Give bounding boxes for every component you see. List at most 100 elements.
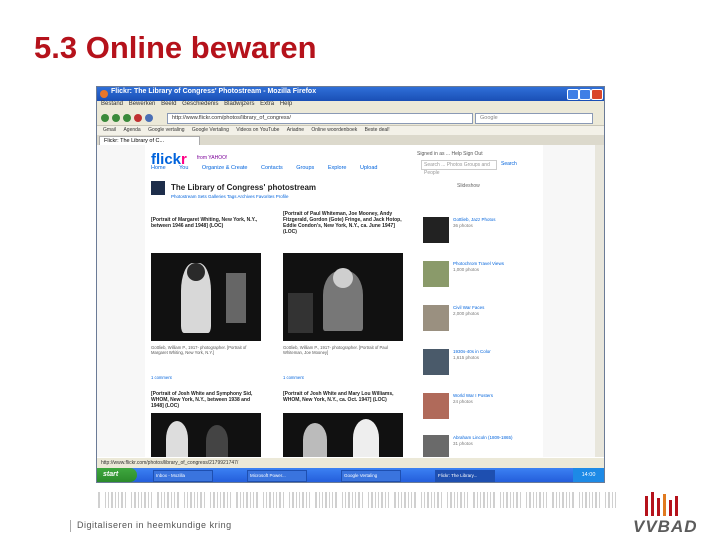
menu-item[interactable]: Beeld bbox=[161, 101, 176, 107]
photo-comments[interactable]: 1 comment bbox=[283, 375, 393, 380]
photo-caption[interactable]: [Portrait of Josh White and Mary Lou Wil… bbox=[283, 391, 403, 403]
set-thumbnail[interactable] bbox=[423, 217, 449, 243]
bookmark-item[interactable]: Beste deal! bbox=[365, 127, 390, 133]
bookmark-item[interactable]: Agenda bbox=[123, 127, 140, 133]
photo-comments[interactable]: 1 comment bbox=[151, 375, 261, 380]
barcode-stripe bbox=[230, 492, 231, 508]
back-icon[interactable] bbox=[101, 114, 109, 122]
menu-item[interactable]: Help bbox=[280, 101, 292, 107]
browser-search-input[interactable]: Google bbox=[475, 113, 593, 124]
bookmark-item[interactable]: Google vertaling bbox=[148, 127, 184, 133]
flickr-nav-item[interactable]: Groups bbox=[296, 165, 314, 171]
barcode-stripe bbox=[457, 492, 458, 508]
menu-item[interactable]: Bladwijzers bbox=[224, 101, 254, 107]
barcode-stripe bbox=[171, 492, 172, 508]
barcode-stripe bbox=[355, 492, 356, 508]
photo-thumbnail[interactable] bbox=[151, 253, 261, 341]
taskbar-item[interactable]: Microsoft Power... bbox=[247, 470, 307, 482]
barcode-stripe bbox=[184, 492, 185, 508]
flickr-search-button[interactable]: Search bbox=[501, 161, 517, 167]
barcode-stripe bbox=[434, 492, 435, 508]
flickr-nav-item[interactable]: Home bbox=[151, 165, 166, 171]
taskbar-item[interactable]: Flickr: The Library... bbox=[435, 470, 495, 482]
barcode-stripe bbox=[401, 492, 402, 508]
set-entry[interactable]: Photochrom Travel Views 1,000 photos bbox=[453, 261, 523, 273]
photo-caption[interactable]: [Portrait of Margaret Whiting, New York,… bbox=[151, 217, 259, 229]
flickr-nav-item[interactable]: Contacts bbox=[261, 165, 283, 171]
barcode-stripe bbox=[144, 492, 146, 508]
barcode-stripe bbox=[552, 492, 554, 508]
set-thumbnail[interactable] bbox=[423, 305, 449, 331]
barcode-stripe bbox=[283, 492, 284, 508]
barcode-stripe bbox=[309, 492, 310, 508]
flickr-nav-item[interactable]: Upload bbox=[360, 165, 377, 171]
barcode-stripe bbox=[556, 492, 557, 508]
set-entry[interactable]: Abraham Lincoln (1809-1865) 31 photos bbox=[453, 435, 523, 447]
close-button[interactable] bbox=[591, 89, 603, 100]
barcode-stripe bbox=[371, 492, 373, 508]
barcode-stripe bbox=[108, 492, 109, 508]
set-entry[interactable]: Civil War Faces 2,000 photos bbox=[453, 305, 523, 317]
photo-caption[interactable]: [Portrait of Paul Whiteman, Joe Mooney, … bbox=[283, 211, 403, 235]
window-titlebar[interactable]: Flickr: The Library of Congress' Photost… bbox=[97, 87, 604, 101]
barcode-stripe bbox=[161, 492, 162, 508]
flickr-nav-item[interactable]: You bbox=[179, 165, 188, 171]
set-entry[interactable]: World War I Posters 24 photos bbox=[453, 393, 523, 405]
barcode-stripe bbox=[197, 492, 198, 508]
page-scrollbar[interactable] bbox=[595, 145, 604, 457]
barcode-stripe bbox=[292, 492, 294, 508]
barcode-stripe bbox=[325, 492, 327, 508]
barcode-stripe bbox=[243, 492, 244, 508]
barcode-stripe bbox=[467, 492, 468, 508]
barcode-stripe bbox=[595, 492, 597, 508]
photostream-subnav[interactable]: Photostream Sets Galleries Tags Archives… bbox=[171, 194, 288, 199]
barcode-stripe bbox=[480, 492, 481, 508]
vvbad-logo: VVBAD bbox=[633, 517, 698, 536]
flickr-search-input[interactable]: Search ... Photos Groups and People bbox=[421, 160, 497, 176]
maximize-button[interactable] bbox=[579, 89, 591, 100]
minimize-button[interactable] bbox=[567, 89, 579, 100]
menu-item[interactable]: Extra bbox=[260, 101, 274, 107]
slideshow-link[interactable]: Slideshow bbox=[457, 183, 480, 189]
set-thumbnail[interactable] bbox=[423, 435, 449, 457]
barcode-stripe bbox=[256, 492, 258, 508]
photo-thumbnail[interactable] bbox=[283, 413, 403, 457]
menu-item[interactable]: Bestand bbox=[101, 101, 123, 107]
bookmark-item[interactable]: Ariadne bbox=[287, 127, 304, 133]
stop-icon[interactable] bbox=[134, 114, 142, 122]
photo-thumbnail[interactable] bbox=[283, 253, 403, 341]
menu-item[interactable]: Bewerken bbox=[129, 101, 156, 107]
set-thumbnail[interactable] bbox=[423, 393, 449, 419]
photo-thumbnail[interactable] bbox=[151, 413, 261, 457]
bookmark-item[interactable]: Gmail bbox=[103, 127, 116, 133]
set-thumbnail[interactable] bbox=[423, 349, 449, 375]
bookmark-item[interactable]: Videos on YouTube bbox=[236, 127, 279, 133]
menu-bar: Bestand Bewerken Beeld Geschiedenis Blad… bbox=[97, 101, 604, 111]
barcode-stripe bbox=[273, 492, 274, 508]
yahoo-tagline: from YAHOO! bbox=[197, 155, 228, 161]
home-icon[interactable] bbox=[145, 114, 153, 122]
set-thumbnail[interactable] bbox=[423, 261, 449, 287]
start-button[interactable]: start bbox=[97, 468, 137, 482]
taskbar-item[interactable]: Inbox - Mozilla bbox=[153, 470, 213, 482]
bookmark-item[interactable]: Online woordenboek bbox=[311, 127, 357, 133]
flickr-nav-item[interactable]: Explore bbox=[328, 165, 347, 171]
menu-item[interactable]: Geschiedenis bbox=[182, 101, 218, 107]
barcode-stripe bbox=[148, 492, 149, 508]
url-bar[interactable]: http://www.flickr.com/photos/library_of_… bbox=[167, 113, 473, 124]
bookmark-item[interactable]: Google Vertaling bbox=[192, 127, 229, 133]
barcode-stripe bbox=[296, 492, 297, 508]
reload-icon[interactable] bbox=[123, 114, 131, 122]
photo-caption[interactable]: [Portrait of Josh White and Symphony Sid… bbox=[151, 391, 259, 409]
tab-bar: Flickr: The Library of C... bbox=[97, 135, 604, 146]
barcode-stripe bbox=[177, 492, 179, 508]
forward-icon[interactable] bbox=[112, 114, 120, 122]
barcode-stripe bbox=[240, 492, 241, 508]
flickr-nav-item[interactable]: Organize & Create bbox=[202, 165, 248, 171]
library-of-congress-icon[interactable] bbox=[151, 181, 165, 195]
set-entry[interactable]: 1930s-40s in Color 1,615 photos bbox=[453, 349, 523, 361]
set-entry[interactable]: Gottlieb, Jazz Photos 36 photos bbox=[453, 217, 523, 229]
taskbar-item[interactable]: Google Vertaling bbox=[341, 470, 401, 482]
barcode-stripe bbox=[220, 492, 221, 508]
barcode-stripe bbox=[385, 492, 386, 508]
